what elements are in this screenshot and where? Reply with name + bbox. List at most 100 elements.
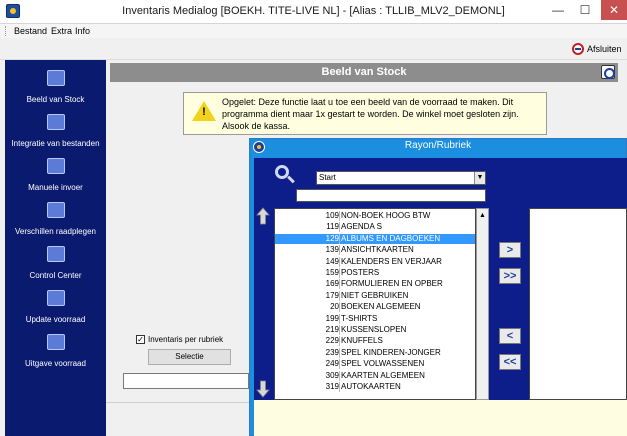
exit-icon[interactable] (601, 65, 615, 79)
sidebar-item-uitgave-voorraad[interactable]: Uitgave voorraad (5, 330, 106, 374)
rubriek-list[interactable]: 109 NON-BOEK HOOG BTW 119 AGENDA S 129 ALBUMS… (274, 208, 476, 400)
column-divider (339, 370, 340, 381)
list-item-code: 229 (325, 336, 339, 346)
list-item-name: ALBUMS EN DAGBOEKEN (341, 233, 441, 243)
status-field[interactable] (123, 373, 249, 389)
list-item-code: 319 (325, 382, 339, 391)
sidebar-item-label: Integratie van bestanden (11, 139, 100, 148)
list-item-code: 239 (325, 347, 339, 357)
sidebar-item-label: Update voorraad (25, 315, 86, 324)
list-item[interactable]: 119 AGENDA S (275, 222, 475, 233)
column-divider (339, 268, 340, 278)
selectie-button[interactable]: Selectie (148, 349, 231, 365)
list-item[interactable]: 249 SPEL VOLWASSENEN (275, 359, 475, 370)
scroll-up-icon[interactable] (256, 207, 270, 225)
list-item-name: NIET GEBRUIKEN (341, 290, 409, 300)
list-item-name: KALENDERS EN VERJAAR (341, 256, 442, 266)
list-item[interactable]: 149 KALENDERS EN VERJAAR (275, 256, 475, 267)
list-item-code: 199 (325, 313, 339, 323)
sidebar-item-control-center[interactable]: Control Center (5, 242, 106, 286)
column-divider (339, 347, 340, 358)
list-item[interactable]: 229 KNUFFELS (275, 336, 475, 347)
close-button[interactable]: ✕ (601, 0, 627, 20)
search-input[interactable] (296, 189, 486, 202)
inventaris-per-rubriek-label: Inventaris per rubriek (148, 335, 224, 344)
list-item-name: AGENDA S (341, 222, 382, 232)
list-item-name: AUTOKAARTEN (341, 382, 401, 391)
list-item[interactable]: 109 NON-BOEK HOOG BTW (275, 211, 475, 221)
list-item-name: BOEKEN ALGEMEEN (341, 302, 421, 312)
list-item-code: 179 (325, 290, 339, 300)
list-item[interactable]: 169 FORMULIEREN EN OPBER (275, 279, 475, 290)
column-divider (339, 222, 340, 233)
list-item[interactable]: 239 SPEL KINDEREN-JONGER (275, 347, 475, 358)
sidebar-item-manuele-invoer[interactable]: Manuele invoer (5, 154, 106, 198)
list-item[interactable]: 319 AUTOKAARTEN (275, 382, 475, 392)
list-item-name: KAARTEN ALGEMEEN (341, 370, 425, 380)
sidebar-item-label: Verschillen raadplegen (15, 227, 96, 236)
column-divider (339, 290, 340, 301)
list-item-code: 109 (325, 211, 339, 220)
column-divider (339, 325, 340, 335)
control-center-icon (47, 246, 65, 262)
move-all-right-button[interactable]: >> (499, 268, 521, 284)
list-item[interactable]: 129 ALBUMS EN DAGBOEKEN (275, 233, 475, 244)
dropdown-value: Start (319, 173, 336, 182)
sidebar-item-label: Beeld van Stock (26, 95, 85, 104)
list-item-name: SPEL KINDEREN-JONGER (341, 347, 441, 357)
menu-grip (5, 26, 7, 36)
column-divider (339, 211, 340, 221)
minimize-button[interactable]: — (545, 0, 571, 20)
camera-icon (47, 70, 65, 86)
list-item[interactable]: 139 ANSICHTKAARTEN (275, 245, 475, 256)
list-item-name: SPEL VOLWASSENEN (341, 359, 425, 369)
exit-icon[interactable] (572, 43, 584, 55)
list-item[interactable]: 159 POSTERS (275, 268, 475, 278)
inventaris-per-rubriek-checkbox[interactable]: ✓ (136, 335, 145, 344)
scroll-down-icon[interactable] (256, 380, 270, 398)
dialog-title: Rayon/Rubriek (404, 140, 472, 151)
list-item[interactable]: 199 T-SHIRTS (275, 313, 475, 324)
move-left-button[interactable]: < (499, 328, 521, 344)
column-divider (339, 256, 340, 267)
sidebar-item-label: Control Center (29, 271, 82, 280)
start-dropdown[interactable] (316, 171, 486, 185)
list-item-name: T-SHIRTS (341, 313, 378, 323)
sidebar-item-verschillen[interactable]: Verschillen raadplegen (5, 198, 106, 242)
list-item[interactable]: 219 KUSSENSLOPEN (275, 325, 475, 335)
menu-bestand[interactable]: Bestand (14, 26, 47, 36)
list-item-name: KNUFFELS (341, 336, 383, 346)
dialog-footer (254, 400, 627, 436)
list-item-code: 159 (325, 268, 339, 277)
warning-text: Opgelet: Deze functie laat u toe een bee… (222, 97, 519, 131)
list-item[interactable]: 179 NIET GEBRUIKEN (275, 290, 475, 301)
list-item-name: KUSSENSLOPEN (341, 325, 407, 334)
list-item-code: 309 (325, 370, 339, 380)
list-item-code: 129 (325, 233, 339, 243)
column-divider (339, 245, 340, 256)
list-item[interactable]: 20 BOEKEN ALGEMEEN (275, 302, 475, 313)
sidebar-item-integratie[interactable]: Integratie van bestanden (5, 110, 106, 154)
list-item[interactable]: 309 KAARTEN ALGEMEEN (275, 370, 475, 381)
list-scrollbar[interactable] (476, 208, 489, 400)
list-item-code: 119 (326, 222, 339, 232)
scrollbar-up-arrow[interactable]: ▲ (478, 211, 487, 220)
menu-info[interactable]: Info (75, 26, 90, 36)
column-divider (339, 359, 340, 370)
column-divider (339, 302, 340, 313)
chevron-down-icon[interactable]: ▼ (474, 172, 485, 184)
menu-extra[interactable]: Extra (51, 26, 72, 36)
list-item-name: NON-BOEK HOOG BTW (341, 211, 431, 220)
move-all-left-button[interactable]: << (499, 354, 521, 370)
sidebar-item-update-voorraad[interactable]: Update voorraad (5, 286, 106, 330)
list-item-code: 249 (325, 359, 339, 369)
list-item-code: 169 (325, 279, 339, 289)
afsluiten-label[interactable]: Afsluiten (587, 44, 622, 54)
move-right-button[interactable]: > (499, 242, 521, 258)
sidebar-item-beeld-van-stock[interactable]: Beeld van Stock (5, 66, 106, 110)
import-icon (47, 114, 65, 130)
column-divider (339, 279, 340, 290)
selected-list[interactable] (529, 208, 627, 400)
sidebar-item-label: Manuele invoer (28, 183, 83, 192)
maximize-button[interactable]: ☐ (572, 0, 598, 20)
